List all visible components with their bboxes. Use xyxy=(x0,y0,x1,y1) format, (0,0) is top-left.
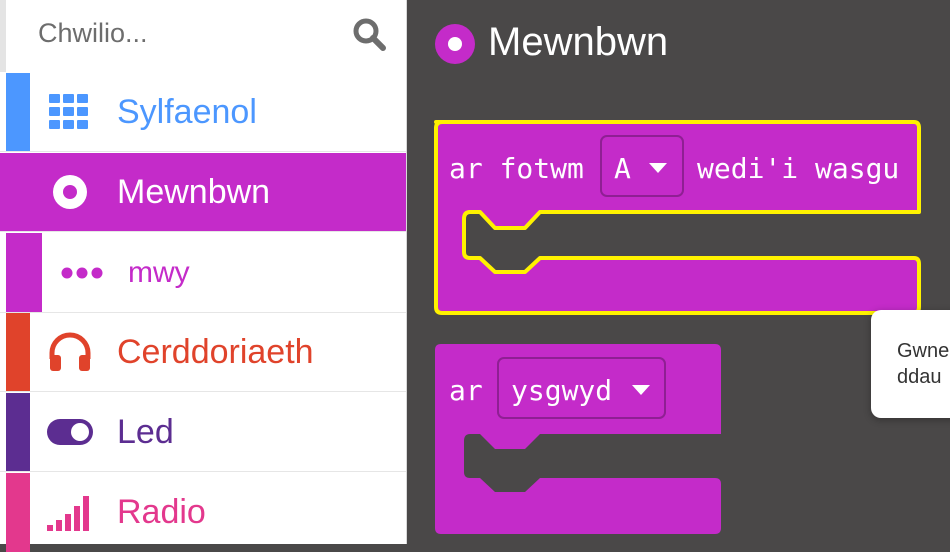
block-prefix-text: ar fotwm xyxy=(449,152,584,185)
gesture-dropdown[interactable]: ysgwyd xyxy=(497,357,666,419)
block-prefix-text: ar xyxy=(449,374,483,407)
on-button-pressed-block[interactable]: ar fotwm A wedi'i wasgu xyxy=(434,120,921,315)
tooltip: Gwnе ddau xyxy=(871,310,950,418)
tooltip-line: ddau xyxy=(897,366,942,388)
button-dropdown-value: A xyxy=(614,152,631,185)
gesture-dropdown-value: ysgwyd xyxy=(511,374,612,407)
tooltip-line: Gwnе xyxy=(897,340,950,362)
on-gesture-block[interactable]: ar ysgwyd xyxy=(435,344,721,534)
block-suffix-text: wedi'i wasgu xyxy=(697,152,899,185)
button-dropdown[interactable]: A xyxy=(600,135,684,197)
